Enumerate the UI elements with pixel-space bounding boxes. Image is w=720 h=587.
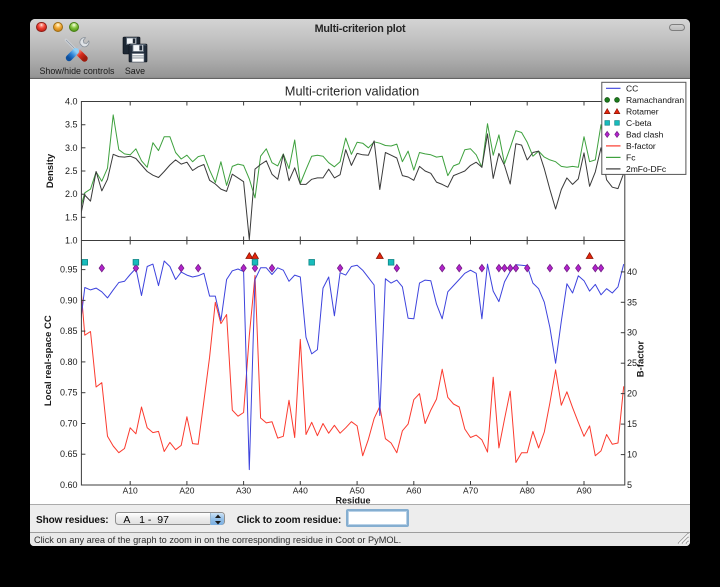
svg-text:A50: A50 <box>350 485 365 495</box>
svg-text:1.5: 1.5 <box>65 212 78 222</box>
svg-text:2.0: 2.0 <box>65 189 78 199</box>
svg-text:A40: A40 <box>293 485 308 495</box>
svg-text:0.90: 0.90 <box>60 295 78 305</box>
svg-text:20: 20 <box>627 388 637 398</box>
svg-text:2.5: 2.5 <box>65 166 78 176</box>
svg-text:Multi-criterion validation: Multi-criterion validation <box>285 83 419 98</box>
svg-text:4.0: 4.0 <box>65 96 78 106</box>
svg-text:0.60: 0.60 <box>60 480 78 490</box>
svg-text:2mFo-DFc: 2mFo-DFc <box>626 163 667 173</box>
svg-text:0.75: 0.75 <box>60 387 78 397</box>
svg-text:0.95: 0.95 <box>60 264 78 274</box>
svg-text:0.80: 0.80 <box>60 356 78 366</box>
svg-text:30: 30 <box>627 327 637 337</box>
svg-text:40: 40 <box>627 266 637 276</box>
svg-text:CC: CC <box>626 83 638 93</box>
svg-text:35: 35 <box>627 297 637 307</box>
svg-text:3.0: 3.0 <box>65 142 78 152</box>
svg-text:A60: A60 <box>406 485 421 495</box>
svg-text:A80: A80 <box>520 485 535 495</box>
svg-text:Ramachandran: Ramachandran <box>626 94 684 104</box>
svg-text:3.5: 3.5 <box>65 119 78 129</box>
svg-text:0.85: 0.85 <box>60 326 78 336</box>
svg-text:5: 5 <box>627 480 632 490</box>
svg-text:0.70: 0.70 <box>60 418 78 428</box>
svg-text:1.0: 1.0 <box>65 235 78 245</box>
svg-text:A90: A90 <box>576 485 591 495</box>
svg-text:Fc: Fc <box>626 152 636 162</box>
svg-text:Local real-space CC: Local real-space CC <box>43 315 54 406</box>
svg-text:Residue: Residue <box>335 495 370 504</box>
svg-text:A10: A10 <box>123 485 138 495</box>
svg-text:15: 15 <box>627 419 637 429</box>
svg-text:A70: A70 <box>463 485 478 495</box>
svg-text:B-factor: B-factor <box>636 340 647 377</box>
svg-text:A30: A30 <box>236 485 251 495</box>
svg-text:10: 10 <box>627 449 637 459</box>
svg-text:Rotamer: Rotamer <box>626 106 659 116</box>
svg-text:A20: A20 <box>179 485 194 495</box>
svg-text:Density: Density <box>45 153 56 188</box>
svg-text:B-factor: B-factor <box>626 140 656 150</box>
svg-text:Bad clash: Bad clash <box>626 129 664 139</box>
svg-text:0.65: 0.65 <box>60 449 78 459</box>
svg-text:C-beta: C-beta <box>626 117 652 127</box>
